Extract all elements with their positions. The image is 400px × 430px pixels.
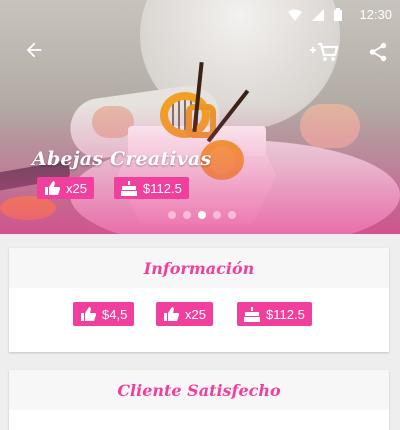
carousel-dot[interactable] bbox=[183, 211, 191, 219]
carousel-dot-active[interactable] bbox=[198, 211, 206, 219]
carousel-indicator[interactable] bbox=[168, 211, 236, 219]
unit-price-value: $4,5 bbox=[102, 306, 128, 322]
add-to-cart-button[interactable] bbox=[308, 36, 340, 68]
signal-icon bbox=[312, 8, 324, 21]
quantity-badge: x25 bbox=[156, 302, 213, 326]
info-stats: $4,5 x25 $112.5 bbox=[9, 288, 389, 352]
carousel-dot[interactable] bbox=[168, 211, 176, 219]
info-card: Información $4,5 x25 $112.5 bbox=[9, 248, 389, 352]
total-price-badge: $112.5 bbox=[237, 302, 312, 326]
carousel-dot[interactable] bbox=[213, 211, 221, 219]
quantity-value: x25 bbox=[185, 306, 206, 322]
total-price-value: $112.5 bbox=[266, 306, 305, 322]
arrow-back-icon bbox=[26, 42, 42, 58]
status-bar: 12:30 bbox=[0, 0, 400, 28]
price-badge: $112.5 bbox=[114, 177, 189, 199]
client-card-title: Cliente Satisfecho bbox=[9, 370, 389, 410]
like-icon bbox=[164, 307, 179, 321]
status-time: 12:30 bbox=[359, 7, 392, 22]
add-cart-icon bbox=[310, 42, 339, 61]
client-card: Cliente Satisfecho bbox=[9, 370, 389, 430]
share-icon bbox=[369, 42, 387, 62]
unit-price-badge: $4,5 bbox=[73, 302, 135, 326]
product-title: Abejas Creativas bbox=[32, 148, 212, 170]
back-button[interactable] bbox=[18, 34, 50, 66]
battery-icon bbox=[334, 8, 342, 21]
likes-badge: x25 bbox=[37, 177, 94, 199]
carousel-dot[interactable] bbox=[228, 211, 236, 219]
cake-icon bbox=[244, 306, 260, 322]
info-card-title: Información bbox=[9, 248, 389, 288]
like-icon bbox=[45, 181, 60, 195]
wifi-icon bbox=[288, 9, 302, 21]
like-icon bbox=[81, 307, 96, 321]
price-value: $112.5 bbox=[143, 180, 182, 196]
cake-icon bbox=[121, 180, 137, 196]
likes-count: x25 bbox=[66, 180, 87, 196]
share-button[interactable] bbox=[362, 36, 394, 68]
hero-banner: 12:30 Abejas Creativas x25 $112.5 bbox=[0, 0, 400, 234]
